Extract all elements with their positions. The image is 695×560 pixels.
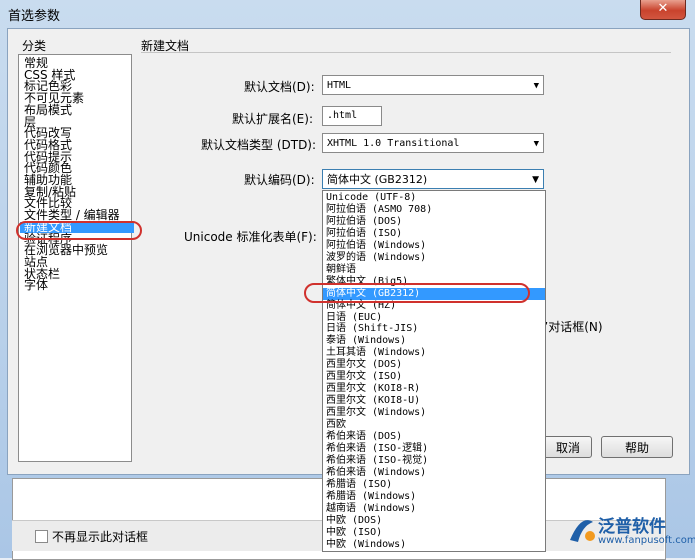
encoding-option[interactable]: 西里尔文 (KOI8-U) <box>326 395 420 407</box>
default-doctype-label: 默认文档类型 (DTD): <box>201 138 317 152</box>
encoding-option[interactable]: 希腊语 (Windows) <box>326 491 416 503</box>
default-doc-label: 默认文档(D): <box>244 80 315 94</box>
encoding-option[interactable]: 西里尔文 (KOI8-R) <box>326 383 420 395</box>
encoding-option[interactable]: 朝鲜语 <box>326 264 356 276</box>
encoding-dropdown-list[interactable]: Unicode (UTF-8) 阿拉伯语 (ASMO 708) 阿拉伯语 (DOS)… <box>322 190 546 552</box>
chevron-down-icon: ▼ <box>533 81 539 91</box>
default-ext-input[interactable]: .html <box>322 106 382 126</box>
default-encoding-value: 简体中文 (GB2312) <box>327 173 428 186</box>
default-doc-value: HTML <box>327 80 352 91</box>
highlight-ring-category <box>16 221 142 240</box>
encoding-option[interactable]: 西里尔文 (ISO) <box>326 371 402 383</box>
encoding-option[interactable]: 阿拉伯语 (ASMO 708) <box>326 204 432 216</box>
encoding-option[interactable]: 中欧 (Windows) <box>326 539 406 551</box>
brand-url: www.fanpusoft.com <box>598 535 695 546</box>
brand-logo-icon <box>570 520 595 542</box>
unicode-normalization-label: Unicode 标准化表单(F): <box>184 230 317 244</box>
encoding-option[interactable]: 土耳其语 (Windows) <box>326 347 426 359</box>
default-encoding-select[interactable]: 简体中文 (GB2312) ▼ <box>322 169 544 189</box>
chevron-down-icon: ▼ <box>533 139 539 149</box>
highlight-ring-encoding <box>304 283 530 303</box>
category-heading: 分类 <box>22 39 47 53</box>
window-title: 首选参数 <box>8 9 61 24</box>
title-bar[interactable]: 首选参数 <box>0 0 695 26</box>
encoding-option[interactable]: 阿拉伯语 (ISO) <box>326 228 402 240</box>
default-doctype-select[interactable]: XHTML 1.0 Transitional ▼ <box>322 133 544 153</box>
encoding-option[interactable]: 阿拉伯语 (DOS) <box>326 216 402 228</box>
encoding-option[interactable]: 西里尔文 (Windows) <box>326 407 426 419</box>
encoding-option[interactable]: 希伯来语 (Windows) <box>326 467 426 479</box>
default-doc-select[interactable]: HTML ▼ <box>322 75 544 95</box>
section-divider <box>141 52 671 53</box>
encoding-option[interactable]: Unicode (UTF-8) <box>326 192 416 204</box>
category-item[interactable]: 字体 <box>24 279 48 291</box>
encoding-option[interactable]: 希伯来语 (ISO-视觉) <box>326 455 428 467</box>
default-ext-label: 默认扩展名(E): <box>232 112 313 126</box>
category-list[interactable]: 常规 CSS 样式 标记色彩 不可见元素 布局模式层代码改写 代码格式 代码提示 代码颜色 辅助… <box>18 54 134 462</box>
encoding-option[interactable]: 日语 (Shift-JIS) <box>326 323 418 335</box>
close-button[interactable]: ✕ <box>640 0 686 20</box>
encoding-option[interactable]: 泰语 (Windows) <box>326 335 406 347</box>
encoding-option[interactable]: 波罗的语 (Windows) <box>326 252 426 264</box>
encoding-option[interactable]: 西欧 <box>326 419 346 431</box>
encoding-option[interactable]: 阿拉伯语 (Windows) <box>326 240 426 252</box>
encoding-option[interactable]: 中欧 (ISO) <box>326 527 382 539</box>
dont-show-checkbox[interactable] <box>35 530 48 543</box>
chevron-down-icon: ▼ <box>532 175 539 185</box>
encoding-option[interactable]: 中欧 (DOS) <box>326 515 382 527</box>
default-encoding-label: 默认编码(D): <box>244 173 315 187</box>
encoding-option[interactable]: 希伯来语 (ISO-逻辑) <box>326 443 428 455</box>
brand-name: 泛普软件 <box>598 517 666 537</box>
encoding-option[interactable]: 希伯来语 (DOS) <box>326 431 402 443</box>
encoding-option[interactable]: 西里尔文 (DOS) <box>326 359 402 371</box>
encoding-option[interactable]: 日语 (EUC) <box>326 312 382 324</box>
dont-show-label: 不再显示此对话框 <box>52 530 149 544</box>
encoding-option[interactable]: 希腊语 (ISO) <box>326 479 392 491</box>
encoding-option[interactable]: 越南语 (Windows) <box>326 503 416 515</box>
default-doctype-value: XHTML 1.0 Transitional <box>327 138 460 149</box>
cancel-label: 取消 <box>555 441 580 455</box>
dialog-option-text: ”对话框(N) <box>542 320 603 334</box>
help-button[interactable]: 帮助 <box>601 436 673 458</box>
